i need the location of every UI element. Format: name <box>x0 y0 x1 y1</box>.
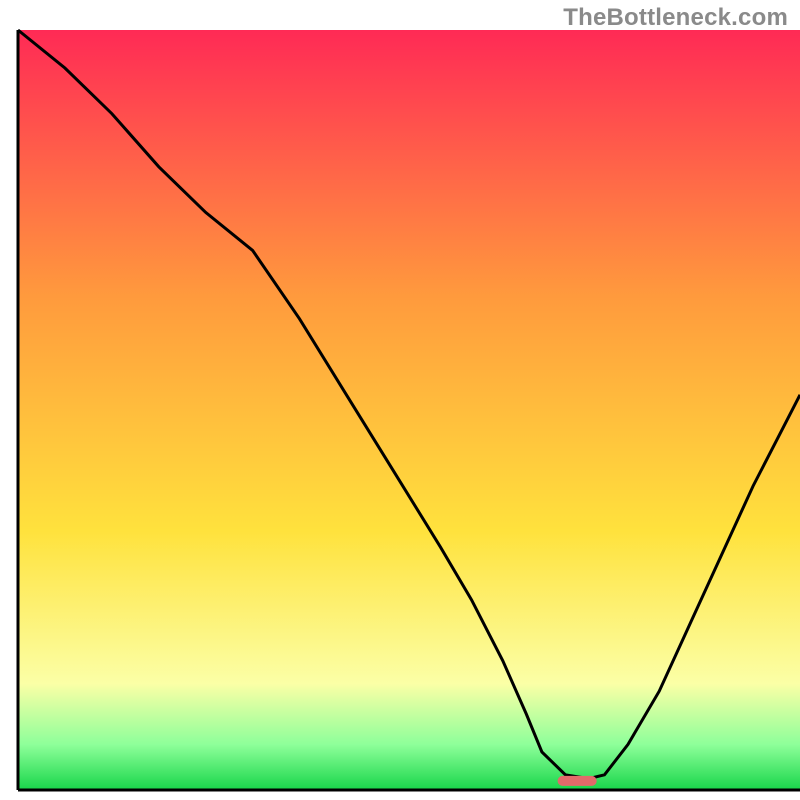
plot-background <box>18 30 800 790</box>
chart-container: TheBottleneck.com <box>0 0 800 800</box>
optimal-marker <box>558 776 597 786</box>
watermark-label: TheBottleneck.com <box>563 4 788 32</box>
bottleneck-chart <box>0 0 800 800</box>
